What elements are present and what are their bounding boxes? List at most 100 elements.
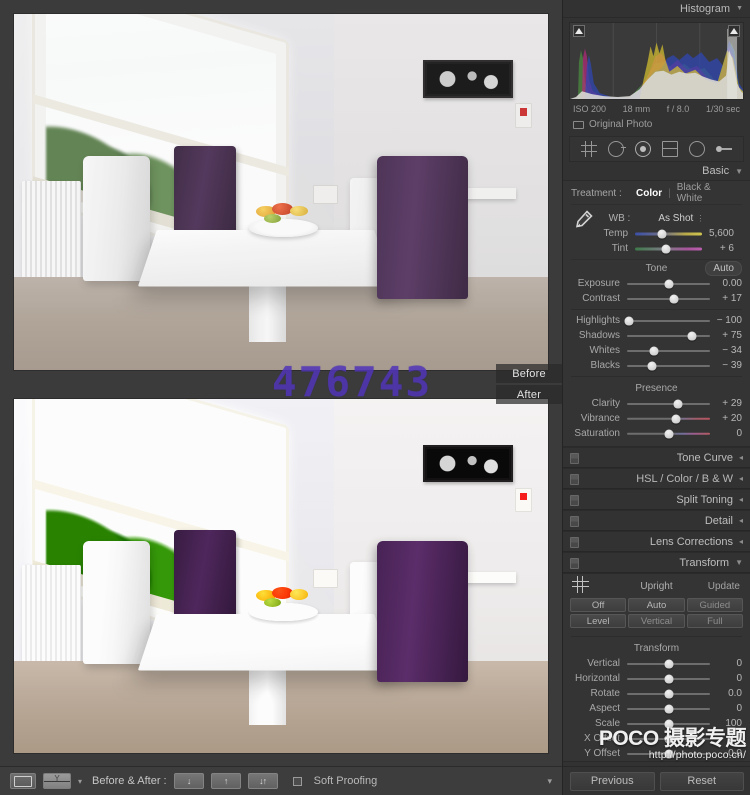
- aspect-slider-track[interactable]: [627, 703, 710, 714]
- highlight-clipping-icon[interactable]: [728, 25, 740, 37]
- scale-slider-track[interactable]: [627, 718, 710, 729]
- radial-filter-icon[interactable]: [688, 141, 705, 157]
- temp-slider-track[interactable]: [635, 228, 702, 239]
- temp-value[interactable]: 5,600: [702, 228, 734, 239]
- panel-switch-icon[interactable]: [570, 516, 579, 527]
- y-offset-slider-track[interactable]: [627, 748, 710, 759]
- lens-corrections-title: Lens Corrections: [649, 535, 733, 548]
- panel-switch-icon[interactable]: [570, 558, 579, 569]
- blacks-slider-track[interactable]: [627, 360, 710, 371]
- wb-preset-dropdown[interactable]: As Shot ⋮: [658, 213, 704, 224]
- contrast-value[interactable]: + 17: [710, 293, 742, 304]
- chevron-left-icon[interactable]: ◂: [739, 537, 743, 546]
- graduated-filter-icon[interactable]: [661, 141, 678, 157]
- rotate-value[interactable]: 0.0: [710, 688, 742, 699]
- aspect-value[interactable]: 0: [710, 703, 742, 714]
- upright-level-button[interactable]: Level: [570, 614, 627, 628]
- saturation-value[interactable]: 0: [710, 428, 742, 439]
- shadows-value[interactable]: + 75: [710, 330, 742, 341]
- whites-label: Whites: [589, 345, 620, 356]
- before-after-mode-3[interactable]: ↓↑: [247, 773, 278, 789]
- contrast-slider-track[interactable]: [627, 293, 710, 304]
- detail-panel[interactable]: Detail ◂: [563, 510, 750, 531]
- histogram-graph[interactable]: [569, 22, 744, 100]
- basic-panel-header[interactable]: Basic ▼: [563, 162, 750, 180]
- chevron-left-icon[interactable]: ◂: [739, 453, 743, 462]
- upright-update-button[interactable]: Update: [708, 581, 740, 592]
- chevron-down-icon[interactable]: ▼: [736, 5, 743, 12]
- treatment-color-option[interactable]: Color: [630, 188, 668, 199]
- tint-slider-track[interactable]: [635, 243, 702, 254]
- clarity-slider-track[interactable]: [627, 398, 710, 409]
- panel-switch-icon[interactable]: [570, 474, 579, 485]
- panel-switch-icon[interactable]: [570, 453, 579, 464]
- whites-value[interactable]: − 34: [710, 345, 742, 356]
- horizontal-slider-track[interactable]: [627, 673, 710, 684]
- highlights-label: Highlights: [576, 315, 620, 326]
- tone-curve-panel[interactable]: Tone Curve ◂: [563, 447, 750, 468]
- after-photo[interactable]: [14, 399, 548, 753]
- x-offset-slider-track[interactable]: [627, 733, 710, 744]
- histogram-panel-header[interactable]: Histogram ▼: [563, 0, 750, 18]
- photo-scene-before: [14, 14, 548, 370]
- before-photo[interactable]: [14, 14, 548, 370]
- panel-switch-icon[interactable]: [570, 495, 579, 506]
- exposure-value[interactable]: 0.00: [710, 278, 742, 289]
- chevron-down-icon[interactable]: ▾: [78, 777, 82, 786]
- treatment-bw-option[interactable]: Black & White: [671, 182, 742, 204]
- upright-full-button[interactable]: Full: [686, 614, 743, 628]
- vibrance-slider-track[interactable]: [627, 413, 710, 424]
- hsl-color-bw-panel[interactable]: HSL / Color / B & W ◂: [563, 468, 750, 489]
- upright-vertical-button[interactable]: Vertical: [628, 614, 685, 628]
- toolbar-collapse-icon[interactable]: ▾: [547, 776, 552, 787]
- before-after-view-icon[interactable]: Y: [43, 773, 71, 789]
- highlights-value[interactable]: − 100: [710, 315, 742, 326]
- histogram-metadata: ISO 200 18 mm f / 8.0 1/30 sec: [563, 102, 750, 114]
- soft-proofing-checkbox[interactable]: [292, 776, 302, 786]
- chevron-left-icon[interactable]: ◂: [739, 516, 743, 525]
- panel-switch-icon[interactable]: [570, 537, 579, 548]
- previous-button[interactable]: Previous: [570, 771, 655, 791]
- transform-panel-header[interactable]: Transform ▼: [563, 552, 750, 573]
- vibrance-value[interactable]: + 20: [710, 413, 742, 424]
- auto-tone-button[interactable]: Auto: [705, 260, 742, 276]
- split-toning-panel[interactable]: Split Toning ◂: [563, 489, 750, 510]
- chevron-down-icon[interactable]: ▼: [735, 167, 743, 176]
- chevron-left-icon[interactable]: ◂: [739, 474, 743, 483]
- upright-auto-button[interactable]: Auto: [628, 598, 685, 612]
- chevron-down-icon[interactable]: ▼: [735, 558, 743, 567]
- rotate-label: Rotate: [590, 688, 620, 699]
- exposure-slider-track[interactable]: [627, 278, 710, 289]
- vertical-slider-track[interactable]: [627, 658, 710, 669]
- x-offset-value[interactable]: 0.0: [710, 733, 742, 744]
- blacks-value[interactable]: − 39: [710, 360, 742, 371]
- vertical-value[interactable]: 0: [710, 658, 742, 669]
- upright-guided-button[interactable]: Guided: [686, 598, 743, 612]
- original-photo-row[interactable]: Original Photo: [563, 114, 750, 134]
- y-offset-value[interactable]: 0.0: [710, 748, 742, 759]
- spot-removal-icon[interactable]: [608, 141, 627, 157]
- shadow-clipping-icon[interactable]: [573, 25, 585, 37]
- clarity-value[interactable]: + 29: [710, 398, 742, 409]
- tint-value[interactable]: + 6: [702, 243, 734, 254]
- crop-icon[interactable]: [581, 141, 598, 157]
- highlights-slider-track[interactable]: [624, 315, 710, 326]
- before-after-mode-1[interactable]: ↓: [173, 773, 204, 789]
- saturation-slider-track[interactable]: [627, 428, 710, 439]
- loupe-view-icon[interactable]: [10, 773, 36, 789]
- chevron-left-icon[interactable]: ◂: [739, 495, 743, 504]
- brush-icon[interactable]: [715, 141, 732, 157]
- horizontal-value[interactable]: 0: [710, 673, 742, 684]
- before-after-mode-2[interactable]: ↑: [210, 773, 241, 789]
- whites-slider-track[interactable]: [627, 345, 710, 356]
- upright-off-button[interactable]: Off: [570, 598, 627, 612]
- red-eye-icon[interactable]: [635, 141, 652, 157]
- scale-value[interactable]: 100: [710, 718, 742, 729]
- after-image-pane[interactable]: [0, 383, 562, 766]
- rotate-slider-track[interactable]: [627, 688, 710, 699]
- lens-corrections-panel[interactable]: Lens Corrections ◂: [563, 531, 750, 552]
- shadows-slider-track[interactable]: [627, 330, 710, 341]
- white-balance-selector-icon[interactable]: [573, 208, 595, 230]
- before-image-pane[interactable]: [0, 0, 562, 383]
- reset-button[interactable]: Reset: [659, 771, 744, 791]
